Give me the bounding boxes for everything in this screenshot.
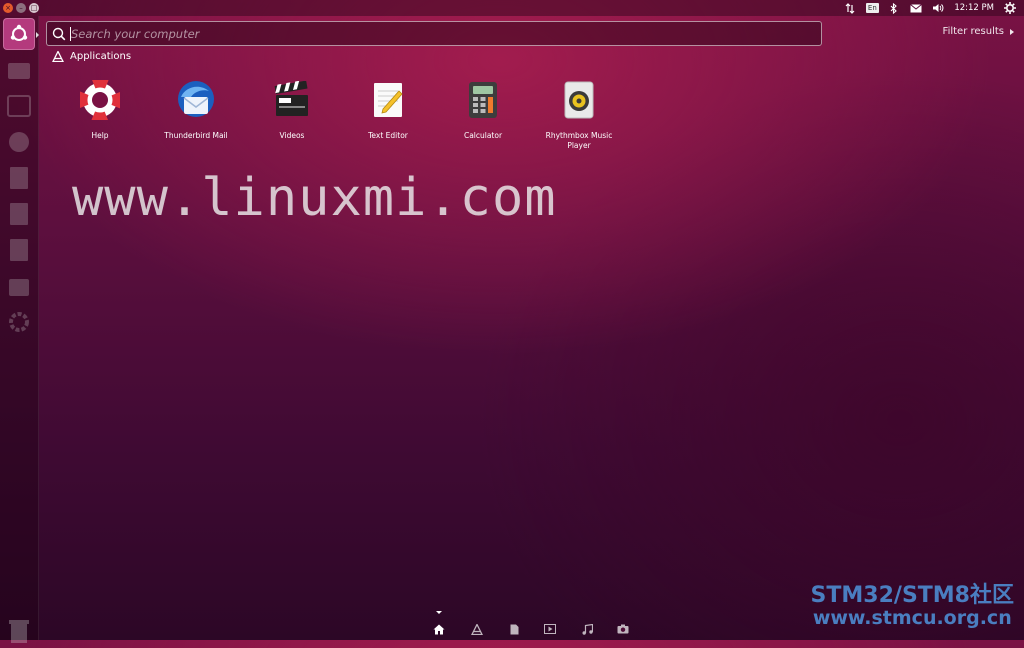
- search-icon: [52, 27, 66, 41]
- minimize-window-button[interactable]: –: [16, 3, 26, 13]
- launcher-impress-icon[interactable]: [3, 234, 35, 266]
- calculator-icon: [461, 78, 505, 122]
- launcher-writer-icon[interactable]: [3, 162, 35, 194]
- watermark-text: www.linuxmi.com: [72, 168, 557, 228]
- section-title: Applications: [70, 51, 132, 62]
- lens-active-indicator: [436, 611, 442, 614]
- app-label: Thunderbird Mail: [164, 131, 228, 140]
- filter-results-button[interactable]: Filter results: [943, 26, 1014, 37]
- music-lens-icon[interactable]: [580, 622, 594, 636]
- launcher-software-icon[interactable]: [3, 270, 35, 302]
- dash-home-button[interactable]: [3, 18, 35, 50]
- applications-lens-icon: [52, 51, 64, 62]
- app-text-editor[interactable]: Text Editor: [345, 78, 431, 141]
- lens-bar: [0, 611, 1024, 640]
- video-lens-icon[interactable]: [543, 622, 557, 636]
- network-icon[interactable]: [844, 2, 856, 14]
- thunderbird-icon: [174, 78, 218, 122]
- launcher-browser-icon[interactable]: [3, 126, 35, 158]
- launcher-settings-icon[interactable]: [3, 306, 35, 338]
- app-label: Help: [91, 131, 109, 140]
- launcher-calc-icon[interactable]: [3, 198, 35, 230]
- app-help[interactable]: Help: [57, 78, 143, 141]
- help-lifebuoy-icon: [78, 78, 122, 122]
- launcher-window-icon[interactable]: [3, 90, 35, 122]
- language-label: En: [865, 3, 879, 13]
- launcher-active-pip: [36, 32, 39, 38]
- files-lens-icon[interactable]: [507, 622, 521, 636]
- search-input[interactable]: [71, 24, 811, 43]
- keyboard-language-indicator[interactable]: En: [865, 2, 879, 14]
- app-label: Text Editor: [368, 131, 408, 140]
- app-rhythmbox[interactable]: Rhythmbox Music Player: [536, 78, 622, 151]
- dash-search-box[interactable]: [46, 21, 822, 46]
- launcher-files-icon[interactable]: [3, 54, 35, 86]
- top-panel: × – □ En 12:12 PM: [0, 0, 1024, 16]
- maximize-window-button[interactable]: □: [29, 3, 39, 13]
- applications-lens-tab-icon[interactable]: [470, 622, 484, 636]
- filter-arrow-icon: [1010, 28, 1014, 35]
- app-thunderbird[interactable]: Thunderbird Mail: [153, 78, 239, 141]
- applications-section-header[interactable]: Applications: [52, 51, 131, 62]
- rhythmbox-icon: [557, 78, 601, 122]
- photo-lens-icon[interactable]: [616, 622, 630, 636]
- app-videos[interactable]: Videos: [249, 78, 335, 141]
- clock[interactable]: 12:12 PM: [954, 3, 994, 13]
- launcher: [0, 16, 39, 643]
- close-window-button[interactable]: ×: [3, 3, 13, 13]
- home-lens-icon[interactable]: [432, 622, 446, 636]
- clapperboard-icon: [270, 78, 314, 122]
- app-label: Videos: [279, 131, 305, 140]
- filter-results-label: Filter results: [942, 26, 1004, 37]
- text-editor-icon: [366, 78, 410, 122]
- settings-gear-icon[interactable]: [1004, 2, 1016, 14]
- indicator-area: En 12:12 PM: [844, 0, 1016, 16]
- site-watermark-line1: STM32/STM8社区: [810, 583, 1014, 608]
- ubuntu-logo-icon: [10, 24, 28, 41]
- app-calculator[interactable]: Calculator: [440, 78, 526, 141]
- app-label: Rhythmbox Music Player: [545, 131, 613, 150]
- mail-icon[interactable]: [910, 2, 923, 14]
- bluetooth-icon[interactable]: [888, 2, 900, 14]
- app-label: Calculator: [463, 131, 503, 140]
- volume-icon[interactable]: [932, 2, 944, 14]
